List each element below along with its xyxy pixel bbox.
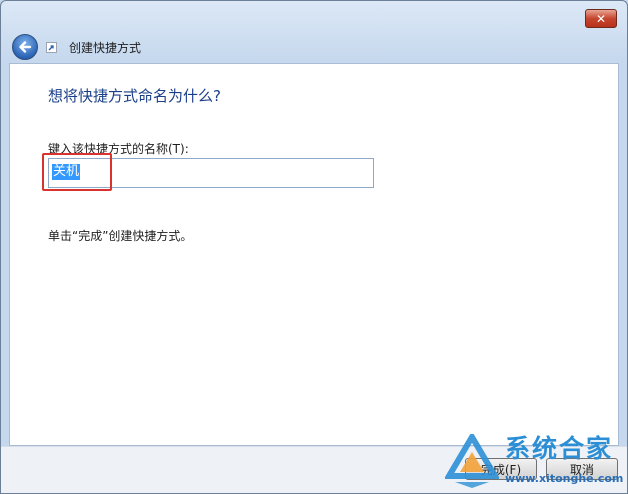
wizard-content: 想将快捷方式命名为什么? 键入该快捷方式的名称(T): 关机 单击“完成”创建快… [9,63,619,446]
back-arrow-icon [19,41,32,53]
create-shortcut-window: ✕ 创建快捷方式 想将快捷方式命名为什么? 键入该快捷方式的名称(T): 关机 … [0,0,628,494]
close-icon: ✕ [595,11,607,26]
finish-instruction-text: 单击“完成”创建快捷方式。 [48,229,193,243]
shortcut-icon [46,42,57,53]
watermark-brand: 系统合家 [505,434,614,463]
title-bar: ✕ [1,1,627,29]
annotation-highlight-box [42,153,112,191]
site-watermark: 系统合家 www.xitonghe.com [445,432,625,490]
wizard-nav-bar: 创建快捷方式 [1,29,627,63]
watermark-url: www.xitonghe.com [505,472,624,485]
close-button[interactable]: ✕ [585,9,617,28]
back-button[interactable] [12,34,38,60]
watermark-logo-icon [445,434,499,488]
wizard-title: 创建快捷方式 [69,41,142,55]
page-heading: 想将快捷方式命名为什么? [48,87,221,105]
